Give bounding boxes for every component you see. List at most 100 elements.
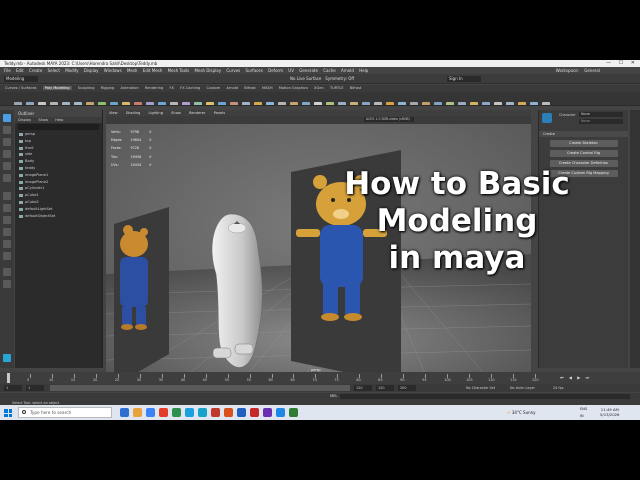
outliner-menu-show[interactable]: Show [38,118,48,122]
persp-graph-layout-icon[interactable] [3,228,11,236]
scale-tool-icon[interactable] [3,174,11,182]
live-surface-status[interactable]: No Live Surface Symmetry: Off [290,76,354,82]
viewport-menu-panels[interactable]: Panels [214,111,226,115]
shelf-tab-fx[interactable]: FX [169,86,174,90]
shelf-tool-icon[interactable] [422,102,430,105]
weather-widget[interactable]: ☀ 34°C Sunny [507,405,536,420]
time-slider[interactable]: ⏮ ◀ ▶ ⏭ 5 10 15 20 25 30 35 40 45 50 55 60 65 70 75 80 8… [0,372,640,384]
shelf-tool-icon[interactable] [38,102,46,105]
shelf-tool-icon[interactable] [74,102,82,105]
viewport-menu-view[interactable]: View [109,111,118,115]
outliner-item[interactable]: teddy [15,165,102,172]
taskbar-app-icon[interactable] [146,408,155,417]
menu-cache[interactable]: Cache [323,68,335,73]
zoom-icon[interactable] [3,280,11,288]
range-slider-bar[interactable] [50,385,350,391]
taskbar-app-icon[interactable] [263,408,272,417]
shelf-tool-icon[interactable] [470,102,478,105]
shelf-tool-icon[interactable] [98,102,106,105]
outliner-item[interactable]: pCube1 [15,192,102,199]
command-input[interactable] [340,394,630,399]
paint-select-tool-icon[interactable] [3,138,11,146]
taskbar-app-icon[interactable] [224,408,233,417]
shelf-tool-icon[interactable] [158,102,166,105]
taskbar-app-icon[interactable] [237,408,246,417]
window-controls[interactable]: — ☐ ✕ [606,60,638,67]
shelf-tool-icon[interactable] [410,102,418,105]
shelf-tool-icon[interactable] [26,102,34,105]
outliner-item[interactable]: Body [15,158,102,165]
playback-start-field[interactable]: 1 [26,385,44,391]
outliner-item[interactable]: imagePlane2 [15,179,102,186]
outliner-item[interactable]: defaultLightSet [15,206,102,213]
shelf-tool-icon[interactable] [62,102,70,105]
shelf-tool-icon[interactable] [458,102,466,105]
shelf-tool-icon[interactable] [350,102,358,105]
viewport-menu-show[interactable]: Show [171,111,181,115]
menu-deform[interactable]: Deform [268,68,283,73]
menu-generate[interactable]: Generate [299,68,318,73]
end-time-field[interactable]: 120 [376,385,394,391]
character-dropdown[interactable]: None [579,112,623,117]
outliner-menu-help[interactable]: Help [55,118,63,122]
menu-uv[interactable]: UV [288,68,294,73]
shelf-tool-icon[interactable] [482,102,490,105]
shelf-tab-bifrost-2[interactable]: Bifrost [350,86,362,90]
character-set-dropdown[interactable]: No Character Set [466,385,495,391]
playback-end-field[interactable]: 120 [354,385,372,391]
colorspace-dropdown[interactable]: ACES 1.0 SDR-video (sRGB) [364,117,414,122]
lasso-tool-icon[interactable] [3,126,11,134]
shelf-tool-icon[interactable] [218,102,226,105]
left-image-plane[interactable] [114,207,169,376]
viewport-menu-renderer[interactable]: Renderer [189,111,205,115]
menu-create[interactable]: Create [29,68,42,73]
menu-edit[interactable]: Edit [16,68,24,73]
shelf-tool-icon[interactable] [230,102,238,105]
outliner-search-input[interactable] [18,124,99,130]
shelf-tool-icon[interactable] [122,102,130,105]
create-section-header[interactable]: Create [539,131,628,137]
shelf-tool-icon[interactable] [326,102,334,105]
taskbar-app-icon[interactable] [120,408,129,417]
menu-windows[interactable]: Windows [104,68,122,73]
menu-set-dropdown[interactable]: Modeling [4,76,38,82]
outliner-item[interactable]: pCube2 [15,199,102,206]
taskbar-app-icon[interactable] [133,408,142,417]
shelf-tool-icon[interactable] [170,102,178,105]
rotate-tool-icon[interactable] [3,162,11,170]
taskbar-app-icon[interactable] [211,408,220,417]
outliner-item[interactable]: side [15,151,102,158]
shelf-tool-icon[interactable] [194,102,202,105]
shelf-tool-icon[interactable] [146,102,154,105]
shelf-tab-sculpting[interactable]: Sculpting [78,86,95,90]
taskbar-app-icon[interactable] [250,408,259,417]
taskbar-app-icon[interactable] [172,408,181,417]
shelf-tool-icon[interactable] [542,102,550,105]
shelf-tab-fx-caching[interactable]: FX Caching [180,86,200,90]
shelf-tool-icon[interactable] [386,102,394,105]
mel-label[interactable]: MEL [330,393,337,400]
menu-edit-mesh[interactable]: Edit Mesh [143,68,163,73]
start-time-field[interactable]: 1 [4,385,22,391]
outliner-item[interactable]: pCylinder1 [15,185,102,192]
shelf-tab-rigging[interactable]: Rigging [101,86,115,90]
taskbar-app-icon[interactable] [159,408,168,417]
shelf-tab-motion-graphics[interactable]: Motion Graphics [279,86,308,90]
panel-tab-strip[interactable] [630,110,640,368]
center-model[interactable] [211,213,263,368]
shelf-tool-icon[interactable] [362,102,370,105]
shelf-tool-icon[interactable] [302,102,310,105]
viewport-menu-shading[interactable]: Shading [126,111,141,115]
shelf-tool-icon[interactable] [374,102,382,105]
shelf-tool-icon[interactable] [266,102,274,105]
menu-mesh[interactable]: Mesh [127,68,138,73]
viewport-menu-lighting[interactable]: Lighting [148,111,163,115]
outliner-item[interactable]: imagePlane1 [15,172,102,179]
shelf-tab-poly-modeling[interactable]: Poly Modeling [42,86,72,90]
create-skeleton-button[interactable]: Create Skeleton [549,140,618,147]
taskbar-app-icon[interactable] [198,408,207,417]
persp-outliner-layout-icon[interactable] [3,216,11,224]
outliner-item[interactable]: front [15,145,102,152]
outliner-menu-display[interactable]: Display [18,118,31,122]
playback-controls[interactable]: ⏮ ◀ ▶ ⏭ [560,375,591,380]
